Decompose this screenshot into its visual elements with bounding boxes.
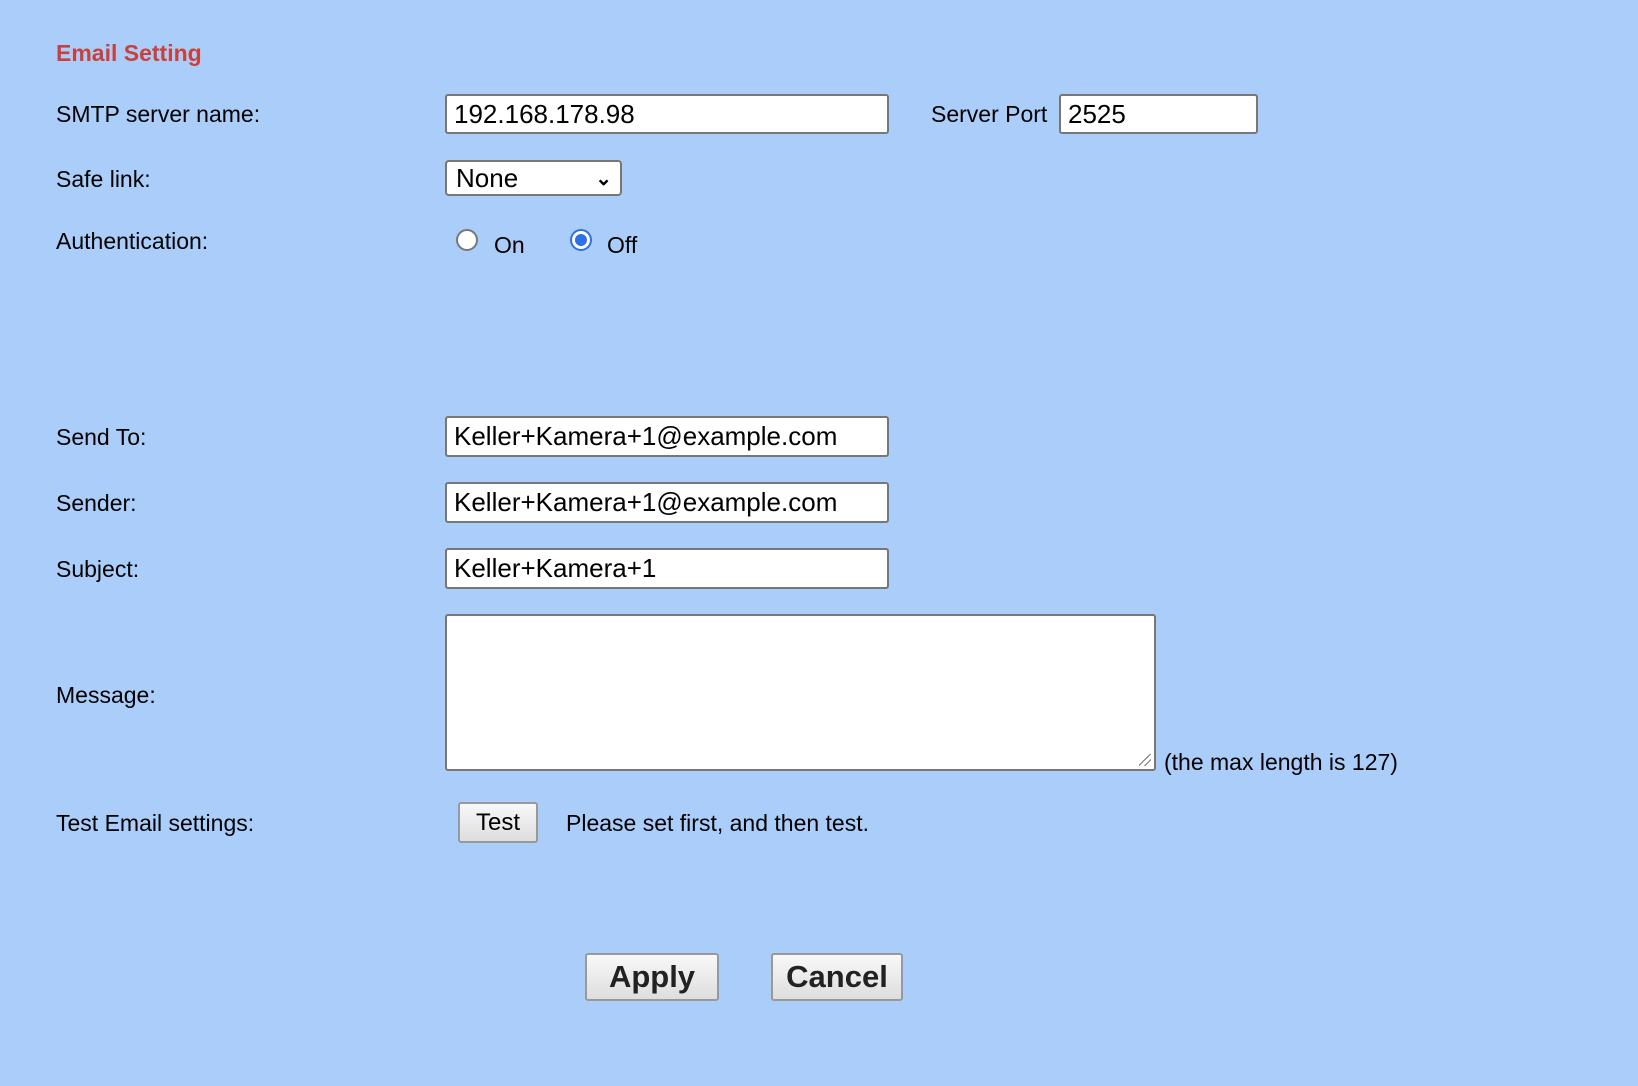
sender-input[interactable]: Keller+Kamera+1@example.com — [445, 482, 889, 523]
sender-label: Sender: — [56, 490, 137, 516]
resize-grip-icon[interactable] — [1139, 754, 1151, 766]
server-port-label: Server Port — [931, 101, 1048, 127]
auth-on-label: On — [494, 232, 525, 258]
apply-button[interactable]: Apply — [585, 953, 719, 1001]
cancel-button[interactable]: Cancel — [771, 953, 903, 1001]
auth-off-label: Off — [607, 232, 638, 258]
test-button[interactable]: Test — [458, 802, 538, 843]
page-title: Email Setting — [56, 40, 202, 66]
auth-on-radio[interactable] — [456, 229, 478, 251]
subject-label: Subject: — [56, 556, 140, 582]
smtp-server-input[interactable]: 192.168.178.98 — [445, 94, 889, 134]
send-to-input[interactable]: Keller+Kamera+1@example.com — [445, 416, 889, 457]
authentication-label: Authentication: — [56, 228, 209, 254]
server-port-input[interactable]: 2525 — [1059, 94, 1258, 134]
send-to-label: Send To: — [56, 424, 147, 450]
test-email-label: Test Email settings: — [56, 810, 255, 836]
auth-off-radio[interactable] — [570, 229, 592, 251]
safe-link-select[interactable]: None ⌄ — [445, 160, 622, 196]
smtp-server-label: SMTP server name: — [56, 101, 261, 127]
safe-link-value: None — [456, 163, 519, 193]
message-max-length-hint: (the max length is 127) — [1164, 749, 1398, 775]
safe-link-label: Safe link: — [56, 166, 151, 192]
subject-input[interactable]: Keller+Kamera+1 — [445, 548, 889, 589]
message-textarea[interactable] — [445, 614, 1156, 771]
test-note: Please set first, and then test. — [566, 810, 869, 836]
chevron-down-icon: ⌄ — [595, 168, 612, 190]
message-label: Message: — [56, 682, 156, 708]
